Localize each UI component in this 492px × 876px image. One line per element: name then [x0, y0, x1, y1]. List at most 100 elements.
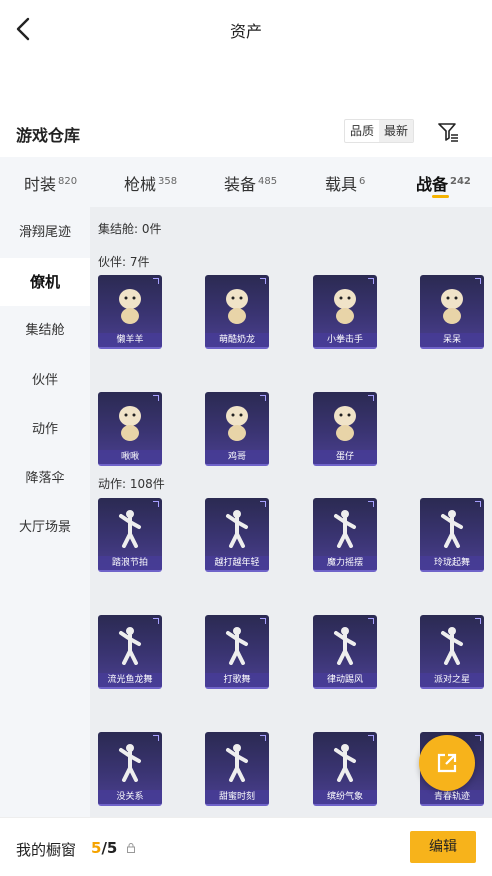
partner-figure-icon: [226, 289, 248, 324]
partner-card[interactable]: 蛋仔: [313, 392, 377, 466]
card-name: 缤纷气象: [313, 790, 377, 804]
card-name: 青春轨迹: [420, 790, 484, 804]
tab-label: 战备: [416, 175, 449, 194]
sidebar-item-partner[interactable]: 伙伴: [0, 357, 90, 405]
tab-count: 820: [58, 176, 78, 187]
tab-count: 485: [258, 176, 278, 187]
dancer-figure-icon: [119, 510, 141, 548]
partner-card[interactable]: 萌酷奶龙: [205, 275, 269, 349]
partner-card[interactable]: 啾啾: [98, 392, 162, 466]
sidebar-item-parachute[interactable]: 降落伞: [0, 455, 90, 503]
group-label-pod: 集结舱: 0件: [98, 222, 162, 236]
tab-guns[interactable]: 枪械 358: [124, 171, 177, 195]
dancer-figure-icon: [119, 744, 141, 782]
emote-card[interactable]: 越打越年轻: [205, 498, 269, 572]
emote-card[interactable]: 玲珑起舞: [420, 498, 484, 572]
section-title: 游戏仓库: [16, 126, 81, 145]
emote-card[interactable]: 缤纷气象: [313, 732, 377, 806]
card-name: 踏浪节拍: [98, 556, 162, 570]
card-corner-mark: [368, 501, 374, 507]
partner-figure-icon: [226, 406, 248, 441]
dancer-figure-icon: [226, 510, 248, 548]
dancer-figure-icon: [119, 627, 141, 665]
card-name: 蛋仔: [313, 450, 377, 464]
tab-label: 枪械: [124, 175, 157, 194]
page-title: 资产: [229, 22, 262, 41]
card-corner-mark: [153, 278, 159, 284]
emote-card[interactable]: 踏浪节拍: [98, 498, 162, 572]
card-corner-mark: [260, 395, 266, 401]
external-link-icon: [437, 753, 457, 773]
category-tabs: 时装 820 枪械 358 装备 485 载具 6 战备 242: [0, 157, 492, 207]
emote-card[interactable]: 打歌舞: [205, 615, 269, 689]
sidebar-item-lobby-scene[interactable]: 大厅场景: [0, 504, 90, 552]
card-corner-mark: [260, 735, 266, 741]
active-tab-indicator: [432, 195, 449, 198]
card-name: 玲珑起舞: [420, 556, 484, 570]
filter-icon[interactable]: [436, 120, 460, 144]
emote-card[interactable]: 律动踢风: [313, 615, 377, 689]
partner-card[interactable]: 鸡哥: [205, 392, 269, 466]
tab-label: 载具: [325, 175, 358, 194]
tab-gear[interactable]: 装备 485: [224, 171, 277, 195]
card-name: 懒羊羊: [98, 333, 162, 347]
showcase-count: 5/5: [91, 839, 118, 857]
dancer-figure-icon: [226, 627, 248, 665]
card-name: 啾啾: [98, 450, 162, 464]
partner-card[interactable]: 呆呆: [420, 275, 484, 349]
share-button[interactable]: [419, 735, 475, 791]
dancer-figure-icon: [441, 627, 463, 665]
card-corner-mark: [475, 618, 481, 624]
partner-figure-icon: [441, 289, 463, 324]
card-name: 鸡哥: [205, 450, 269, 464]
sidebar-item-wingman[interactable]: 僚机: [0, 258, 90, 306]
edit-button[interactable]: 编辑: [410, 831, 476, 863]
emote-card[interactable]: 魔力摇摆: [313, 498, 377, 572]
lock-icon: [127, 843, 135, 853]
partner-card[interactable]: 小拳击手: [313, 275, 377, 349]
emote-card[interactable]: 派对之星: [420, 615, 484, 689]
sidebar: 滑翔尾迹 僚机 集结舱 伙伴 动作 降落伞 大厅场景: [0, 207, 90, 817]
card-corner-mark: [260, 278, 266, 284]
card-name: 萌酷奶龙: [205, 333, 269, 347]
sort-option-latest[interactable]: 最新: [379, 120, 414, 142]
group-label-emote: 动作: 108件: [98, 477, 165, 491]
sidebar-item-emote[interactable]: 动作: [0, 406, 90, 454]
card-name: 律动踢风: [313, 673, 377, 687]
tab-fashion[interactable]: 时装 820: [24, 171, 77, 195]
card-corner-mark: [260, 618, 266, 624]
dancer-figure-icon: [334, 510, 356, 548]
card-name: 派对之星: [420, 673, 484, 687]
tab-battle-prep[interactable]: 战备 242: [416, 171, 471, 198]
dancer-figure-icon: [441, 510, 463, 548]
emote-card[interactable]: 流光鱼龙舞: [98, 615, 162, 689]
sidebar-item-glide-trail[interactable]: 滑翔尾迹: [0, 209, 90, 257]
emote-card[interactable]: 没关系: [98, 732, 162, 806]
card-corner-mark: [475, 501, 481, 507]
card-corner-mark: [368, 618, 374, 624]
group-label-partner: 伙伴: 7件: [98, 255, 150, 269]
showcase-label: 我的橱窗: [16, 841, 77, 859]
card-corner-mark: [368, 395, 374, 401]
card-corner-mark: [153, 501, 159, 507]
card-name: 小拳击手: [313, 333, 377, 347]
top-bar: 资产: [0, 0, 492, 58]
card-corner-mark: [475, 278, 481, 284]
card-name: 呆呆: [420, 333, 484, 347]
dancer-figure-icon: [334, 627, 356, 665]
card-corner-mark: [475, 735, 481, 741]
tab-count: 6: [359, 176, 366, 187]
emote-card[interactable]: 甜蜜时刻: [205, 732, 269, 806]
tab-count: 358: [158, 176, 178, 187]
sort-option-quality[interactable]: 品质: [345, 120, 379, 142]
dancer-figure-icon: [334, 744, 356, 782]
card-corner-mark: [153, 395, 159, 401]
tab-vehicles[interactable]: 载具 6: [325, 171, 365, 195]
item-grid: 集结舱: 0件 伙伴: 7件 动作: 108件 懒羊羊 萌酷奶龙 小拳击手 呆呆啾啾 鸡…: [90, 207, 492, 817]
card-name: 没关系: [98, 790, 162, 804]
partner-card[interactable]: 懒羊羊: [98, 275, 162, 349]
card-corner-mark: [153, 618, 159, 624]
tab-label: 装备: [224, 175, 257, 194]
sidebar-item-pod[interactable]: 集结舱: [0, 307, 90, 355]
card-name: 魔力摇摆: [313, 556, 377, 570]
